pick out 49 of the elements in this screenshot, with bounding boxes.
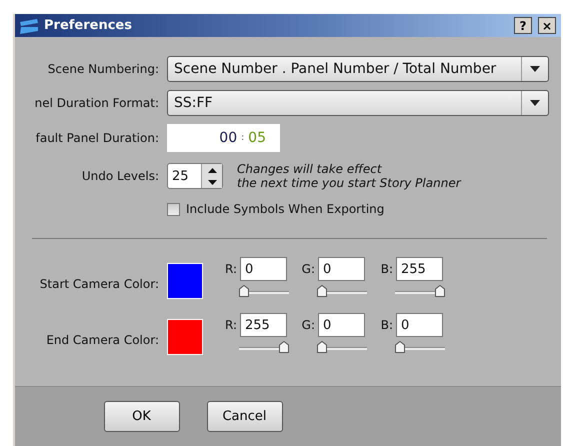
channel-slider[interactable] [395, 341, 445, 353]
up-arrow-icon [208, 168, 216, 172]
channel-field[interactable]: 0 [396, 313, 443, 337]
channel-field[interactable]: 255 [240, 313, 287, 337]
field-label: Scene Numbering: [48, 62, 159, 76]
field-label: nel Duration Format: [34, 96, 159, 110]
channel-label: R: [224, 318, 237, 332]
channel-label: G: [302, 262, 315, 276]
channel-slider[interactable] [317, 285, 367, 297]
caret-icon [530, 100, 540, 106]
channel-label: B: [380, 318, 393, 332]
down-arrow-icon [208, 180, 216, 184]
duration-format-dropdown[interactable]: SS:FF [167, 90, 549, 116]
scene-numbering-dropdown[interactable]: Scene Number . Panel Number / Total Number [167, 56, 549, 82]
channel-field[interactable]: 0 [240, 257, 287, 281]
close-button[interactable]: × [538, 17, 556, 34]
channel-label: G: [302, 318, 315, 332]
undo-levels-spinbox[interactable]: 25 [167, 163, 223, 189]
slider-thumb[interactable] [395, 341, 405, 353]
caret-icon [530, 66, 540, 72]
window-title: Preferences [44, 18, 133, 33]
color-swatch[interactable] [167, 263, 203, 299]
slider-thumb[interactable] [239, 285, 249, 297]
checkbox-label: Include Symbols When Exporting [186, 202, 384, 216]
duration-field[interactable]: 00 : 05 [167, 124, 280, 152]
help-button[interactable]: ? [514, 17, 532, 34]
channel-slider[interactable] [395, 285, 445, 297]
field-label: Start Camera Color: [40, 277, 159, 291]
slider-thumb[interactable] [317, 341, 327, 353]
slider-thumb[interactable] [317, 285, 327, 297]
restart-note: Changes will take effect the next time you start Story Planner [237, 162, 461, 190]
channel-field[interactable]: 0 [318, 313, 365, 337]
channel-field[interactable]: 0 [318, 257, 365, 281]
channel-label: R: [224, 262, 237, 276]
channel-label: B: [380, 262, 393, 276]
cancel-button[interactable]: Cancel [206, 401, 282, 432]
channel-slider[interactable] [239, 285, 289, 297]
slider-thumb[interactable] [279, 341, 289, 353]
channel-field[interactable]: 255 [396, 257, 443, 281]
clapperboard-icon [19, 18, 39, 34]
channel-slider[interactable] [317, 341, 367, 353]
field-label: End Camera Color: [46, 333, 159, 347]
color-swatch[interactable] [167, 319, 203, 355]
channel-slider[interactable] [239, 341, 289, 353]
checkbox[interactable] [167, 202, 180, 216]
field-label: fault Panel Duration: [36, 131, 159, 145]
slider-thumb[interactable] [435, 285, 445, 297]
field-label: Undo Levels: [82, 169, 159, 183]
ok-button[interactable]: OK [104, 401, 180, 432]
